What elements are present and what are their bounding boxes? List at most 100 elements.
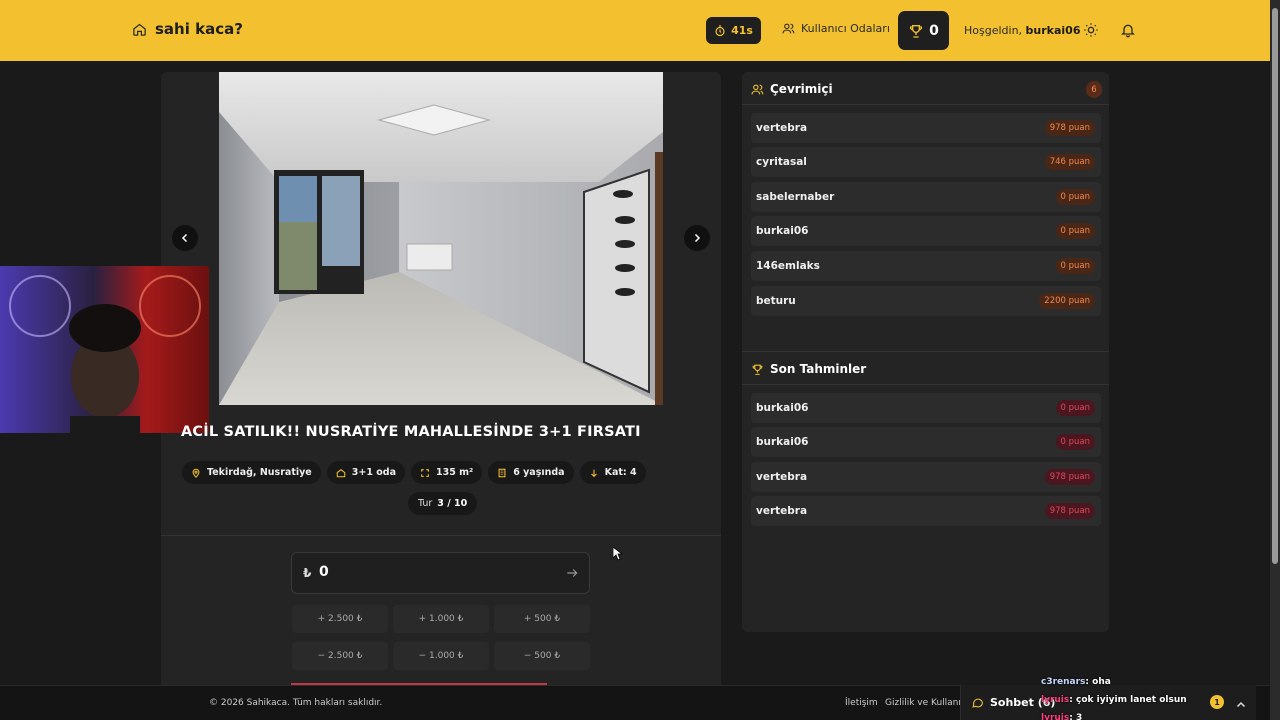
webcam-overlay	[0, 266, 209, 433]
listing-tags: Tekirdağ, Nusratiye 3+1 oda 135 m² 6 yaş…	[182, 461, 646, 484]
username: burkai06	[1025, 24, 1081, 37]
sun-icon	[1084, 23, 1098, 37]
online-user-points: 746 puan	[1044, 154, 1095, 170]
tag-location: Tekirdağ, Nusratiye	[182, 461, 321, 484]
recent-guess-user: vertebra	[756, 505, 808, 517]
recent-guess-user: vertebra	[756, 471, 808, 483]
recent-guesses-title: Son Tahminler	[770, 362, 867, 376]
chat-user: c3renars	[1041, 677, 1086, 687]
online-user-name: beturu	[756, 295, 796, 307]
online-user-name: cyritasal	[756, 156, 807, 168]
price-guess-input[interactable]: ₺ 0	[291, 552, 590, 594]
chevron-left-icon	[181, 233, 188, 243]
round-timer: 41s	[706, 17, 761, 44]
welcome-prefix: Hoşgeldin,	[964, 24, 1023, 37]
arrow-right-icon	[567, 569, 578, 577]
tag-rooms: 3+1 oda	[326, 461, 405, 484]
currency-symbol: ₺	[303, 566, 312, 580]
stopwatch-icon	[715, 24, 725, 36]
listing-title: ACİL SATILIK!! NUSRATİYE MAHALLESİNDE 3+…	[181, 424, 641, 440]
subtract-2500-button[interactable]: − 2.500 ₺	[292, 642, 388, 670]
chat-user: lyruis	[1041, 713, 1070, 720]
recent-guess-row: burkai06 0 puan	[751, 427, 1101, 457]
home-icon	[336, 468, 346, 477]
notifications-button[interactable]	[1120, 22, 1136, 42]
tag-rooms-label: 3+1 oda	[351, 467, 396, 478]
trophy-icon	[910, 24, 923, 38]
online-user-points: 0 puan	[1055, 258, 1095, 274]
online-user-points: 978 puan	[1044, 120, 1095, 136]
online-user-row[interactable]: beturu 2200 puan	[751, 286, 1101, 316]
tag-area: 135 m²	[410, 461, 483, 484]
page-scrollbar[interactable]	[1270, 0, 1280, 720]
subtract-500-button[interactable]: − 500 ₺	[494, 642, 590, 670]
theme-toggle-button[interactable]	[1083, 22, 1099, 42]
subtract-1000-button[interactable]: − 1.000 ₺	[393, 642, 489, 670]
add-1000-button[interactable]: + 1.000 ₺	[393, 605, 489, 633]
tag-age-label: 6 yaşında	[513, 467, 565, 478]
area-icon	[421, 468, 429, 477]
score-button[interactable]: 0	[898, 11, 949, 50]
recent-guess-row: vertebra 978 puan	[751, 496, 1101, 526]
online-user-row[interactable]: vertebra 978 puan	[751, 113, 1101, 143]
online-user-name: burkai06	[756, 225, 809, 237]
user-rooms-link[interactable]: Kullanıcı Odaları	[782, 22, 890, 35]
add-500-button[interactable]: + 500 ₺	[494, 605, 590, 633]
bell-icon	[1121, 24, 1135, 38]
chat-bubble-icon	[972, 698, 983, 708]
top-header: sahi kaca? 41s Kullanıcı Odaları 0 Hoşge…	[0, 0, 1270, 61]
online-title: Çevrimiçi	[770, 82, 833, 96]
online-user-points: 0 puan	[1055, 223, 1095, 239]
next-photo-button[interactable]	[684, 225, 710, 251]
home-icon	[133, 23, 146, 36]
tag-area-label: 135 m²	[435, 467, 474, 478]
stream-chat-overlay: c3renars: oha lyruis: çok iyiyim lanet o…	[1041, 673, 1187, 720]
recent-guess-points: 978 puan	[1044, 469, 1095, 485]
rooms-link-label: Kullanıcı Odaları	[801, 22, 890, 35]
guess-value[interactable]: 0	[319, 564, 329, 580]
chat-text: : 3	[1069, 713, 1083, 720]
brand-name: sahi kaca?	[155, 20, 243, 38]
online-user-row[interactable]: burkai06 0 puan	[751, 216, 1101, 246]
chat-message: lyruis: çok iyiyim lanet olsun	[1041, 691, 1187, 709]
privacy-link[interactable]: Gizlilik ve Kullanım	[885, 698, 970, 708]
online-user-row[interactable]: 146emlaks 0 puan	[751, 251, 1101, 281]
online-user-row[interactable]: sabelernaber 0 puan	[751, 182, 1101, 212]
trophy-icon	[752, 364, 763, 375]
users-icon	[782, 23, 795, 34]
add-2500-button[interactable]: + 2.500 ₺	[292, 605, 388, 633]
tag-age: 6 yaşında	[488, 461, 574, 484]
online-header: Çevrimiçi	[751, 82, 833, 96]
tag-floor-label: Kat: 4	[604, 467, 637, 478]
online-count-badge: 6	[1086, 81, 1102, 98]
recent-separator	[742, 384, 1109, 385]
location-pin-icon	[192, 468, 200, 478]
online-user-row[interactable]: cyritasal 746 puan	[751, 147, 1101, 177]
contact-link[interactable]: İletişim	[845, 698, 878, 708]
recent-guess-user: burkai06	[756, 436, 809, 448]
recent-guess-points: 0 puan	[1055, 434, 1095, 450]
timer-value: 41s	[731, 24, 753, 37]
chat-text: : oha	[1085, 677, 1111, 687]
chat-message: lyruis: 3	[1041, 709, 1187, 720]
round-label: Tur	[418, 498, 433, 509]
online-user-points: 2200 puan	[1039, 293, 1095, 309]
scrollbar-thumb[interactable]	[1272, 8, 1278, 564]
listing-photo	[219, 72, 663, 405]
cursor-icon	[612, 546, 624, 561]
round-indicator: Tur 3 / 10	[408, 492, 478, 515]
chat-user: lyruis	[1041, 695, 1070, 705]
submit-guess-button[interactable]	[565, 565, 579, 584]
recent-guess-points: 0 puan	[1055, 400, 1095, 416]
mouse-cursor	[612, 546, 624, 565]
tag-location-label: Tekirdağ, Nusratiye	[207, 467, 312, 478]
previous-photo-button[interactable]	[172, 225, 198, 251]
online-separator	[742, 104, 1109, 105]
chat-expand-button[interactable]	[1235, 696, 1247, 715]
brand-logo[interactable]: sahi kaca?	[132, 20, 243, 38]
score-value: 0	[929, 22, 939, 39]
welcome-text: Hoşgeldin, burkai06	[964, 24, 1081, 37]
online-user-points: 0 puan	[1055, 189, 1095, 205]
arrow-down-icon	[590, 469, 597, 477]
chat-text: : çok iyiyim lanet olsun	[1069, 695, 1187, 705]
